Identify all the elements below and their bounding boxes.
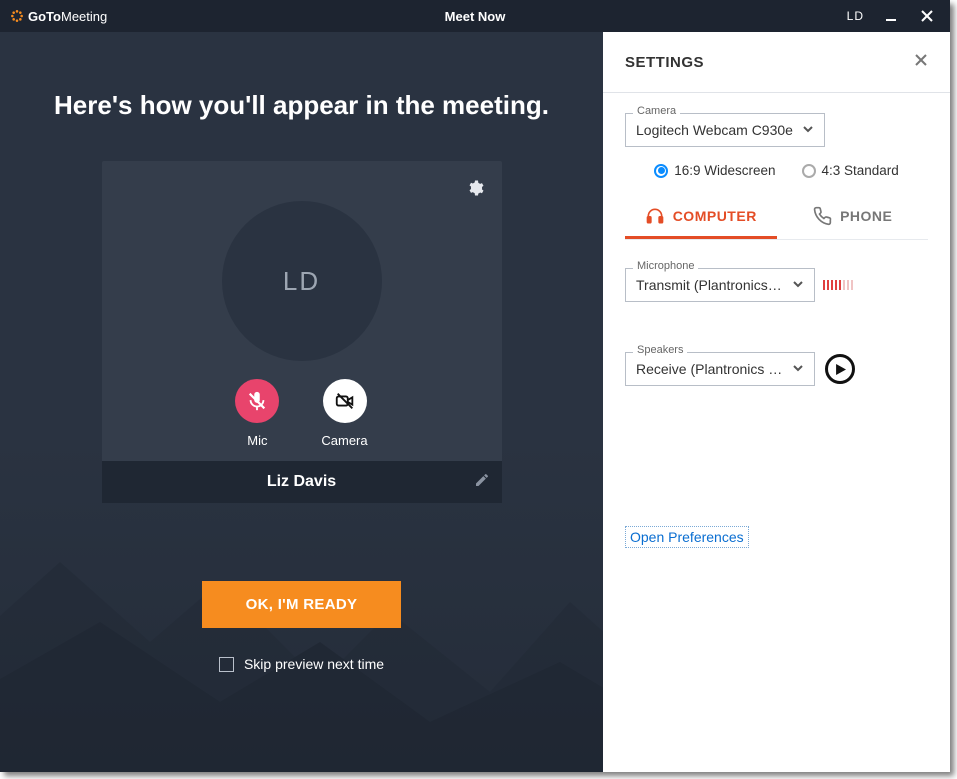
divider	[625, 239, 928, 240]
microphone-field: Microphone Transmit (Plantronics Savi...	[625, 268, 815, 302]
open-preferences-link[interactable]: Open Preferences	[625, 526, 749, 548]
brand-light: Meeting	[61, 9, 107, 24]
camera-value: Logitech Webcam C930e	[636, 122, 793, 138]
camera-legend: Camera	[633, 105, 680, 117]
close-icon	[914, 53, 928, 67]
tab-computer-label: COMPUTER	[673, 208, 757, 224]
window-title: Meet Now	[0, 9, 950, 24]
microphone-select[interactable]: Transmit (Plantronics Savi...	[625, 268, 815, 302]
skip-label: Skip preview next time	[244, 656, 384, 672]
camera-off-icon	[334, 390, 356, 412]
settings-close-button[interactable]	[914, 53, 928, 72]
user-initials: LD	[847, 9, 864, 23]
avatar: LD	[222, 201, 382, 361]
chevron-down-icon	[792, 361, 804, 377]
mic-value: Transmit (Plantronics Savi...	[636, 277, 784, 293]
settings-heading: SETTINGS	[625, 54, 704, 71]
minimize-button[interactable]	[882, 7, 900, 25]
chevron-down-icon	[802, 122, 814, 138]
preview-headline: Here's how you'll appear in the meeting.	[54, 90, 549, 121]
mic-legend: Microphone	[633, 260, 698, 272]
mic-toggle-button[interactable]	[235, 379, 279, 423]
display-name-bar: Liz Davis	[102, 461, 502, 503]
preview-settings-button[interactable]	[462, 175, 488, 201]
spk-legend: Speakers	[633, 344, 687, 356]
gotomeeting-logo-icon	[10, 9, 24, 23]
phone-icon	[812, 206, 832, 226]
radio-icon	[654, 164, 668, 178]
pencil-icon	[474, 472, 490, 488]
preview-card: LD Mic Camera	[102, 161, 502, 503]
camera-label: Camera	[321, 433, 367, 448]
close-button[interactable]	[918, 7, 936, 25]
display-name: Liz Davis	[267, 473, 336, 491]
camera-select[interactable]: Logitech Webcam C930e	[625, 113, 825, 147]
test-speakers-button[interactable]	[825, 354, 855, 384]
aspect-widescreen-radio[interactable]: 16:9 Widescreen	[654, 163, 775, 178]
tab-computer-audio[interactable]: COMPUTER	[625, 196, 777, 239]
mic-muted-icon	[246, 390, 268, 412]
camera-field: Camera Logitech Webcam C930e	[625, 113, 928, 147]
chevron-down-icon	[792, 277, 804, 293]
brand-bold: GoTo	[28, 9, 61, 24]
titlebar: GoToMeeting Meet Now LD	[0, 0, 950, 32]
skip-preview-checkbox[interactable]: Skip preview next time	[219, 656, 384, 672]
mic-label: Mic	[247, 433, 267, 448]
headset-icon	[645, 206, 665, 226]
spk-value: Receive (Plantronics Savi ...	[636, 361, 784, 377]
camera-toggle-button[interactable]	[323, 379, 367, 423]
checkbox-icon	[219, 657, 234, 672]
preview-panel: Here's how you'll appear in the meeting.…	[0, 32, 603, 772]
mic-level-meter	[823, 280, 853, 290]
gear-icon	[466, 179, 484, 197]
radio-icon	[802, 164, 816, 178]
aspect-std-label: 4:3 Standard	[822, 163, 899, 178]
aspect-wide-label: 16:9 Widescreen	[674, 163, 775, 178]
settings-panel: SETTINGS Camera Logitech Webcam C930e 16…	[603, 32, 950, 772]
aspect-standard-radio[interactable]: 4:3 Standard	[802, 163, 899, 178]
play-icon	[835, 364, 846, 375]
app-brand: GoToMeeting	[0, 9, 107, 24]
divider	[603, 92, 950, 93]
speakers-field: Speakers Receive (Plantronics Savi ...	[625, 352, 815, 386]
ready-button[interactable]: OK, I'M READY	[202, 581, 402, 628]
tab-phone-label: PHONE	[840, 208, 892, 224]
speakers-select[interactable]: Receive (Plantronics Savi ...	[625, 352, 815, 386]
edit-name-button[interactable]	[474, 472, 490, 493]
tab-phone-audio[interactable]: PHONE	[777, 196, 929, 239]
